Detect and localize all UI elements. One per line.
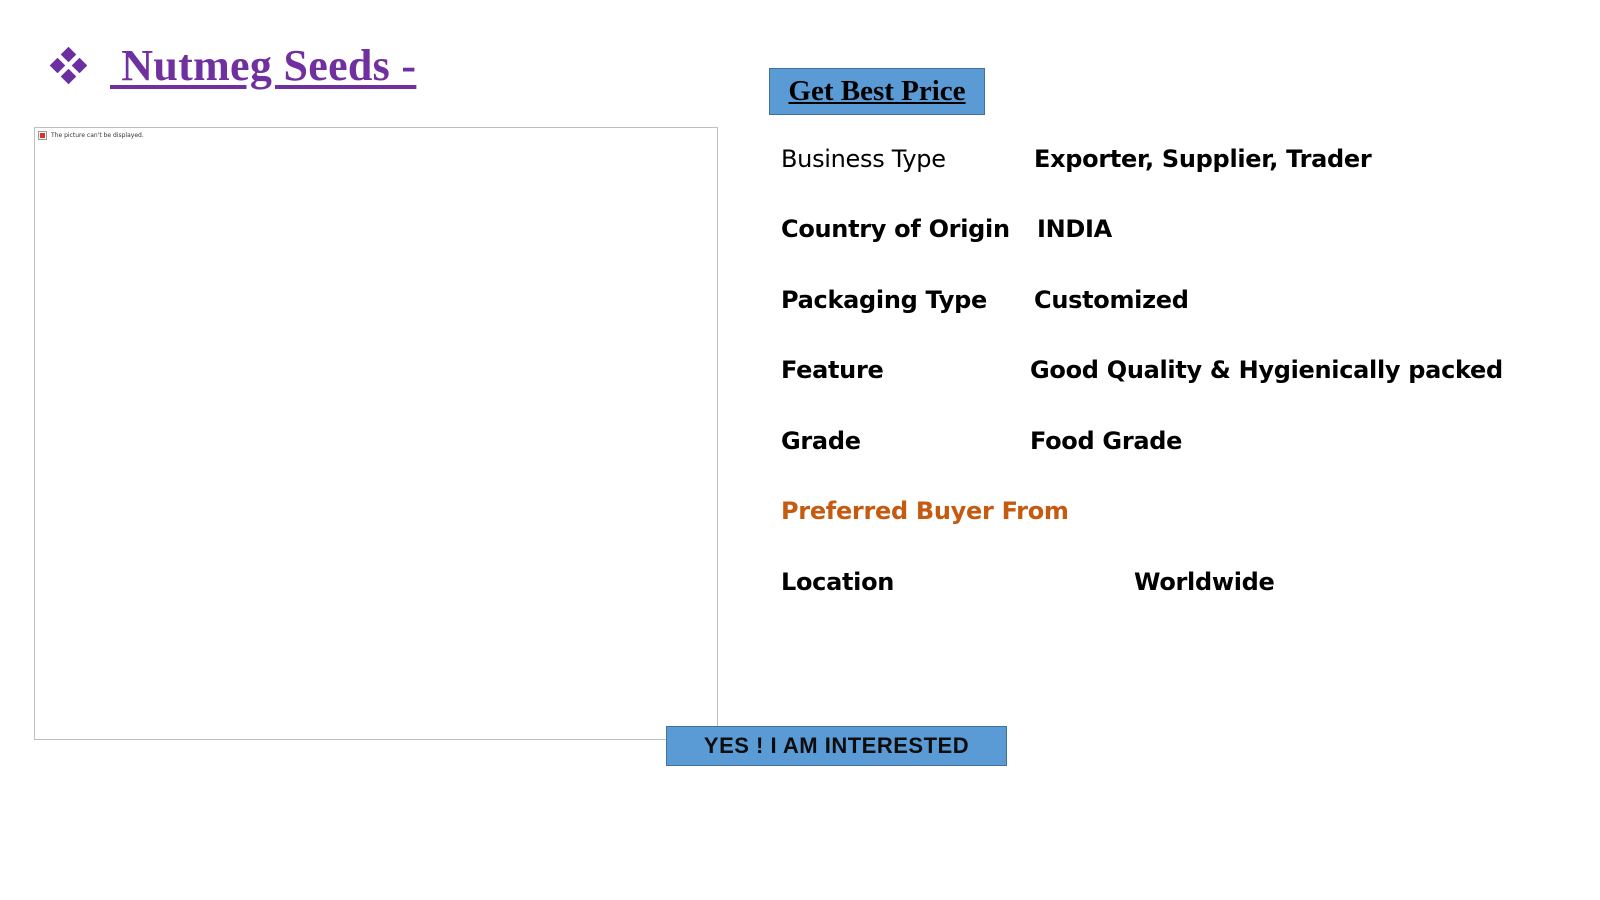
location-label: Location [781,568,895,596]
business-type-label: Business Type [781,145,946,173]
preferred-buyer-heading: Preferred Buyer From [781,497,1069,525]
get-best-price-button[interactable]: Get Best Price [769,68,985,115]
feature-value: Good Quality & Hygienically packed [1030,356,1503,384]
country-of-origin-value: INDIA [1037,215,1112,243]
feature-label: Feature [781,356,884,384]
broken-image-text: The picture can't be displayed. [51,132,144,139]
product-image: The picture can't be displayed. [34,127,718,740]
yes-interested-button[interactable]: YES ! I AM INTERESTED [666,726,1007,766]
diamond-bullet-icon [49,46,88,84]
slide: Nutmeg Seeds - The picture can't be disp… [0,0,1600,900]
broken-image-placeholder: The picture can't be displayed. [38,131,144,140]
broken-image-icon [38,131,47,140]
grade-value: Food Grade [1030,427,1183,455]
business-type-value: Exporter, Supplier, Trader [1034,145,1372,173]
country-of-origin-label: Country of Origin [781,215,1010,243]
title-block: Nutmeg Seeds - [49,40,417,91]
page-title: Nutmeg Seeds - [110,41,417,90]
packaging-type-value: Customized [1034,286,1189,314]
grade-label: Grade [781,427,861,455]
location-value: Worldwide [1134,568,1275,596]
packaging-type-label: Packaging Type [781,286,987,314]
